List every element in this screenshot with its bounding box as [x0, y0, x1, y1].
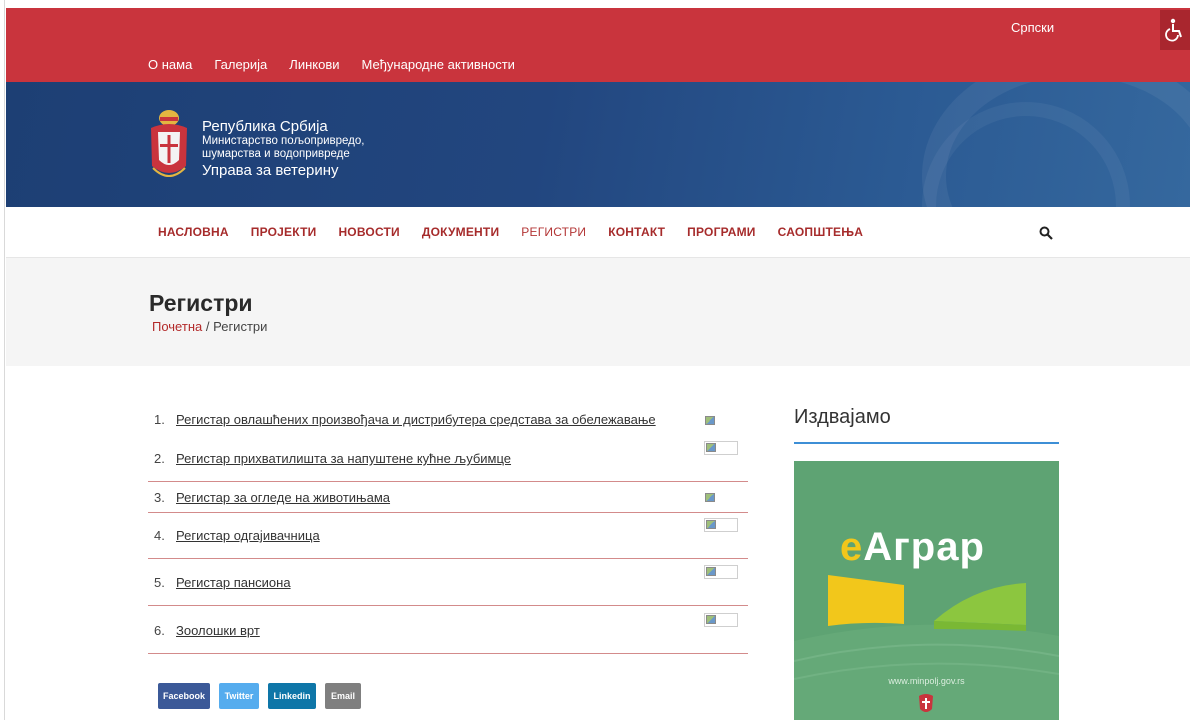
brand-text[interactable]: Република Србија Министарство пољопривре…: [202, 118, 364, 179]
register-link[interactable]: Регистар одгајивачница: [176, 528, 320, 543]
main-nav: НАСЛОВНА ПРОЈЕКТИ НОВОСТИ ДОКУМЕНТИ РЕГИ…: [6, 207, 1190, 258]
email-share-button[interactable]: Email: [325, 683, 361, 709]
list-item-number: 4.: [154, 528, 165, 543]
nav-item-documents[interactable]: ДОКУМЕНТИ: [422, 225, 499, 239]
page-title: Регистри: [149, 290, 253, 316]
list-item-number: 6.: [154, 623, 165, 638]
linkedin-share-button[interactable]: Linkedin: [268, 683, 316, 709]
list-item: 6. Зоолошки врт: [148, 606, 748, 654]
accessibility-button[interactable]: [1160, 10, 1190, 50]
eagrar-promo-banner[interactable]: еАграр www.minpolj.gov.rs: [794, 461, 1059, 720]
brand-line: Министарство пољопривредо,: [202, 135, 365, 148]
list-item: 2. Регистар прихватилишта за напуштене к…: [148, 434, 748, 482]
register-link[interactable]: Регистар овлашћених произвођача и дистри…: [176, 412, 656, 427]
wheelchair-icon: [1165, 18, 1182, 42]
nav-item-registers[interactable]: РЕГИСТРИ: [521, 225, 586, 239]
serbia-coat-of-arms-icon[interactable]: [148, 108, 190, 184]
top-bar: Српски О нама Галерија Линкови Међународ…: [6, 8, 1190, 82]
list-item-number: 3.: [154, 490, 165, 505]
top-nav-about[interactable]: О нама: [148, 57, 192, 72]
list-item-number: 5.: [154, 575, 165, 590]
nav-item-contact[interactable]: КОНТАКТ: [608, 225, 665, 239]
breadcrumb-current: Регистри: [213, 319, 268, 334]
list-item: 3. Регистар за огледе на животињама: [148, 482, 748, 513]
promo-url: www.minpolj.gov.rs: [888, 676, 965, 686]
list-item: 1. Регистар овлашћених произвођача и дис…: [148, 402, 748, 434]
top-nav-gallery[interactable]: Галерија: [214, 57, 267, 72]
language-link[interactable]: Српски: [1011, 20, 1054, 35]
broken-image-icon: [704, 518, 738, 532]
brand-line: Република Србија: [202, 118, 328, 135]
nav-item-programs[interactable]: ПРОГРАМИ: [687, 225, 755, 239]
facebook-share-button[interactable]: Facebook: [158, 683, 210, 709]
register-link[interactable]: Регистар прихватилишта за напуштене кућн…: [176, 451, 511, 466]
page-title-bar: Регистри Почетна / Регистри: [6, 258, 1190, 366]
breadcrumb: Почетна / Регистри: [152, 319, 267, 334]
nav-item-announcements[interactable]: САОПШТЕЊА: [778, 225, 863, 239]
register-link[interactable]: Зоолошки врт: [176, 623, 260, 638]
search-icon[interactable]: [1039, 226, 1053, 240]
eagrar-logo: еАграр: [840, 525, 985, 570]
breadcrumb-separator: /: [205, 319, 210, 334]
header-banner: Република Србија Министарство пољопривре…: [6, 82, 1190, 207]
top-nav: О нама Галерија Линкови Међународне акти…: [148, 57, 515, 72]
serbia-coat-of-arms-icon: [919, 694, 933, 712]
broken-image-icon: [704, 613, 738, 627]
register-list: 1. Регистар овлашћених произвођача и дис…: [148, 402, 748, 654]
list-item-number: 2.: [154, 451, 165, 466]
list-item-number: 1.: [154, 412, 165, 427]
sidebar-divider: [794, 442, 1059, 444]
nav-item-projects[interactable]: ПРОЈЕКТИ: [251, 225, 317, 239]
window-edge: [0, 0, 5, 720]
logo-text: Аграр: [863, 525, 985, 569]
nav-item-home[interactable]: НАСЛОВНА: [158, 225, 229, 239]
broken-image-icon: [704, 565, 738, 579]
top-nav-international[interactable]: Међународне активности: [362, 57, 515, 72]
broken-image-icon: [704, 415, 716, 427]
brand-line: Управа за ветерину: [202, 161, 339, 179]
breadcrumb-home[interactable]: Почетна: [152, 319, 202, 334]
twitter-share-button[interactable]: Twitter: [219, 683, 259, 709]
broken-image-icon: [704, 492, 716, 504]
register-link[interactable]: Регистар пансиона: [176, 575, 291, 590]
logo-prefix: е: [840, 525, 864, 569]
list-item: 5. Регистар пансиона: [148, 559, 748, 606]
register-link[interactable]: Регистар за огледе на животињама: [176, 490, 390, 505]
list-item: 4. Регистар одгајивачница: [148, 513, 748, 559]
nav-item-news[interactable]: НОВОСТИ: [338, 225, 399, 239]
broken-image-icon: [704, 441, 738, 455]
share-bar: Facebook Twitter Linkedin Email: [158, 683, 361, 709]
brand-line: шумарства и водопривреде: [202, 148, 350, 161]
sidebar-title: Издвајамо: [794, 406, 891, 428]
top-nav-links[interactable]: Линкови: [289, 57, 339, 72]
